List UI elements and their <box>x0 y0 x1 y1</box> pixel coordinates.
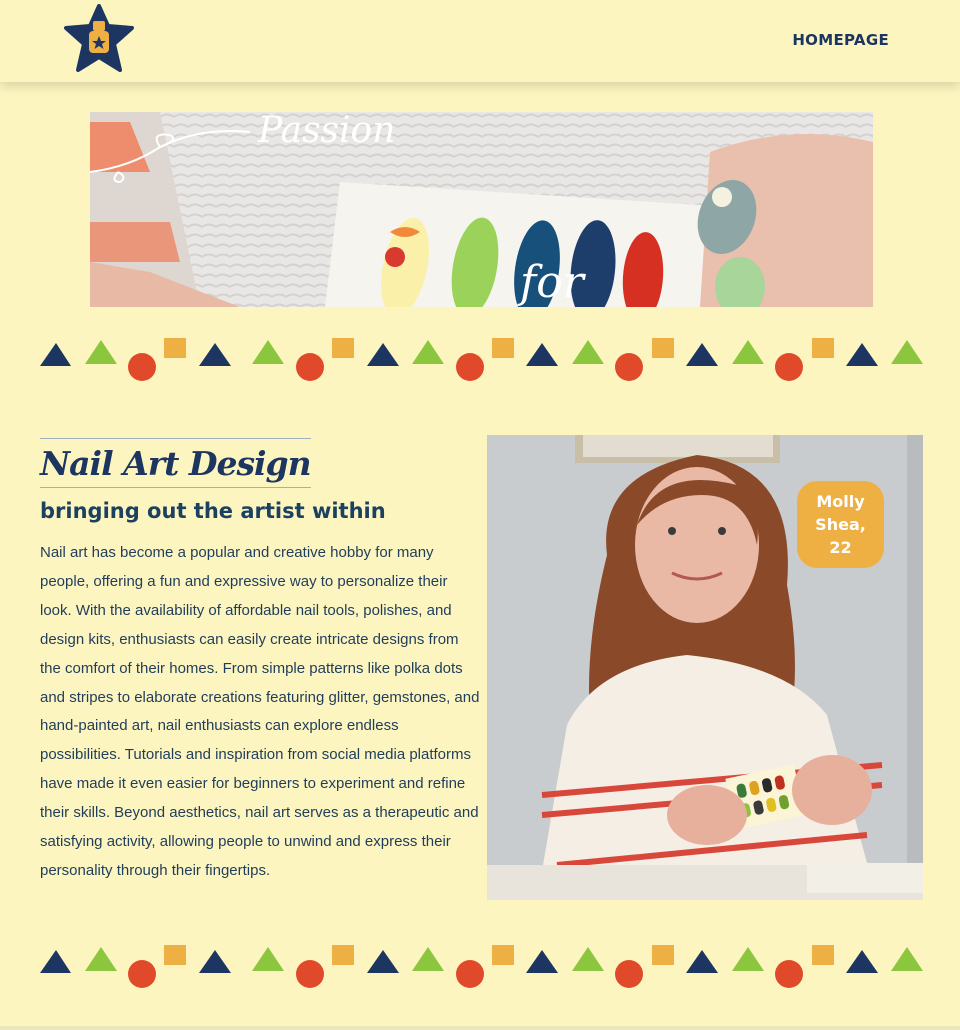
hero-script-for: for <box>517 257 587 307</box>
hero-script-passion: Passion <box>257 112 395 151</box>
portrait-caption: Molly Shea, 22 <box>815 492 866 557</box>
nail-polish-star-icon[interactable] <box>62 4 136 74</box>
hero-nail-photo: Passion for <box>90 112 873 307</box>
article-subtitle: bringing out the artist within <box>40 499 386 523</box>
decorative-shape-border-bottom <box>40 945 923 988</box>
portrait-caption-badge: Molly Shea, 22 <box>797 481 884 568</box>
decorative-shape-border-top <box>40 338 923 381</box>
article-title: Nail Art Design <box>40 438 312 488</box>
hero-banner-image: Passion for <box>90 112 873 307</box>
nav-homepage-link[interactable]: HOMEPAGE <box>792 31 889 49</box>
site-header: HOMEPAGE <box>0 0 960 82</box>
footer-divider <box>0 1026 960 1030</box>
article-body: Nail art has become a popular and creati… <box>40 544 480 879</box>
